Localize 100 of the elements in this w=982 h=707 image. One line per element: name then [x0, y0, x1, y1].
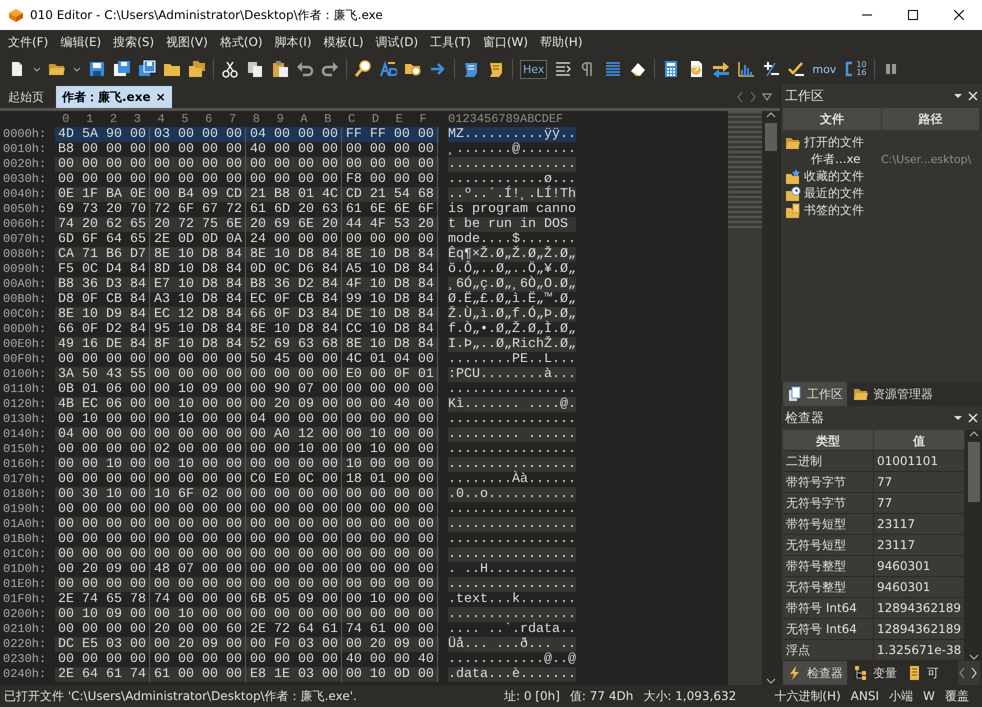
address-label: 01B0h: [2, 532, 48, 547]
file-tab[interactable]: 作者：廉飞.exe × [56, 86, 172, 108]
ascii-text: . ..H........... [448, 562, 576, 577]
column-header: 1 [85, 111, 94, 127]
undo-icon[interactable] [296, 60, 314, 78]
panel-tab[interactable]: 检查器 [783, 661, 847, 685]
save-all-icon[interactable] [138, 60, 156, 78]
type-cell: 无符号 Int64 [783, 619, 874, 639]
folders-icon[interactable] [188, 60, 206, 78]
scrollbar[interactable] [762, 111, 780, 685]
address-label: 0060h: [2, 217, 48, 232]
menu-item[interactable]: 调试(D) [370, 34, 424, 50]
copy-icon[interactable] [246, 60, 264, 78]
column-header: B [323, 111, 332, 127]
ascii-text: ............@..@ [448, 652, 576, 667]
mode-status: 覆盖 [944, 688, 969, 704]
hex-view-button[interactable]: Hex [520, 60, 548, 78]
ascii-text: MZ..........ÿÿ.. [448, 127, 576, 142]
tree-icon [853, 665, 869, 681]
scrollbar-thumb[interactable] [968, 442, 980, 502]
panel-tab[interactable]: 工作区 [783, 382, 847, 406]
address-label: 0120h: [2, 397, 48, 412]
address-label: 01F0h: [2, 592, 48, 607]
tree-item[interactable]: 最近的文件 [804, 185, 864, 202]
address-label: 0130h: [2, 412, 48, 427]
columns-icon[interactable] [554, 60, 572, 78]
open-folder-icon [853, 386, 869, 402]
file-tab[interactable]: 起始页 [2, 86, 50, 108]
checkmark-icon[interactable] [787, 60, 806, 78]
redo-icon[interactable] [321, 60, 339, 78]
insert-key-status: W [923, 689, 935, 703]
menu-item[interactable]: 格式(O) [214, 34, 269, 50]
menu-item[interactable]: 帮助(H) [534, 34, 588, 50]
dropdown-icon[interactable] [954, 94, 962, 98]
tree-item[interactable]: 收藏的文件 [804, 168, 864, 185]
caret-icon[interactable] [73, 66, 81, 72]
tree-item[interactable]: 书签的文件 [804, 202, 864, 219]
plus-minus-icon[interactable] [762, 60, 780, 78]
ascii-text: Ø.Ë„£.Ø„ì.Ë„™.Ø„ [448, 292, 576, 307]
menu-item[interactable]: 工具(T) [424, 34, 477, 50]
tree-item[interactable]: 打开的文件 [804, 134, 864, 151]
panel-tab[interactable]: 变量 [849, 661, 901, 685]
address-label: 00A0h: [2, 277, 48, 292]
column-header: 值 [874, 430, 965, 450]
address-label: 0210h: [2, 622, 48, 637]
search-icon[interactable] [354, 60, 372, 78]
menu-item[interactable]: 文件(F) [2, 34, 54, 50]
scissors-icon[interactable] [221, 60, 239, 78]
histogram-icon[interactable] [737, 60, 756, 78]
dropdown-icon[interactable] [762, 92, 772, 102]
template-icon[interactable] [487, 60, 505, 78]
window-title: 010 Editor - C:\Users\Administrator\Desktop\作者：廉飞.exe [30, 6, 384, 24]
column-header: D [370, 111, 380, 127]
value-cell: 23117 [874, 514, 965, 534]
hex-bytes: 00 00 00 00 00 00 00 00 00 00 00 00 00 00 00 00 [55, 577, 439, 592]
number-base-button[interactable]: 10 16 [843, 60, 867, 78]
save-as-icon[interactable] [113, 60, 131, 78]
close-icon[interactable] [954, 10, 964, 20]
list-icon[interactable] [604, 60, 622, 78]
save-icon[interactable] [88, 60, 106, 78]
address-label: 0160h: [2, 457, 48, 472]
menu-item[interactable]: 搜索(S) [107, 34, 160, 50]
dropdown-icon[interactable] [954, 416, 962, 420]
mov-button[interactable]: mov [812, 62, 836, 76]
eraser-icon[interactable] [629, 60, 648, 78]
scroll-down-icon[interactable] [766, 677, 776, 685]
menu-item[interactable]: 窗口(W) [476, 34, 534, 50]
scroll-up-icon[interactable] [766, 111, 776, 119]
tree-item[interactable]: 作者...xe [811, 151, 861, 168]
hex-bytes: 4D 5A 90 00 03 00 00 00 04 00 00 00 FF FF 00 00 [55, 127, 439, 142]
paste-icon[interactable] [271, 60, 289, 78]
scroll-down-icon[interactable] [968, 653, 978, 661]
ascii-text: .text...k....... [448, 592, 576, 607]
value-cell: 77 [874, 472, 965, 492]
scrollbar-thumb[interactable] [765, 123, 777, 151]
value-cell: 12894362189 [874, 619, 965, 639]
menu-item[interactable]: 脚本(I) [268, 34, 318, 50]
address-label: 0010h: [2, 142, 48, 157]
ascii-text: ................ [448, 157, 576, 172]
menu-item[interactable]: 模板(L) [318, 34, 370, 50]
scroll-up-icon[interactable] [968, 430, 978, 438]
replace-icon[interactable] [379, 60, 397, 78]
script-icon[interactable] [462, 60, 480, 78]
address-label: 0150h: [2, 442, 48, 457]
hex-bytes: CA 71 B6 D7 8E 10 D8 84 8E 10 D8 84 8E 10 D8 84 [55, 247, 439, 262]
chevron-left-icon[interactable] [958, 667, 966, 679]
menu-item[interactable]: 视图(V) [160, 34, 214, 50]
tab-close-button[interactable]: × [156, 90, 166, 104]
panel-tab[interactable]: 可 [903, 661, 943, 685]
menu-item[interactable]: 编辑(E) [54, 34, 108, 50]
ascii-text: .data...è....... [448, 667, 576, 682]
panel-tab[interactable]: 资源管理器 [849, 382, 937, 406]
value-status: 值: 77 4Dh [570, 688, 634, 704]
scrollbar[interactable] [965, 430, 982, 661]
column-header: 7 [228, 111, 238, 127]
swap-arrows-icon[interactable] [712, 60, 730, 78]
column-header: 0 [61, 111, 70, 127]
chevron-left-icon[interactable] [736, 91, 744, 103]
maximize-icon[interactable] [908, 10, 918, 20]
caret-icon[interactable] [33, 66, 41, 72]
